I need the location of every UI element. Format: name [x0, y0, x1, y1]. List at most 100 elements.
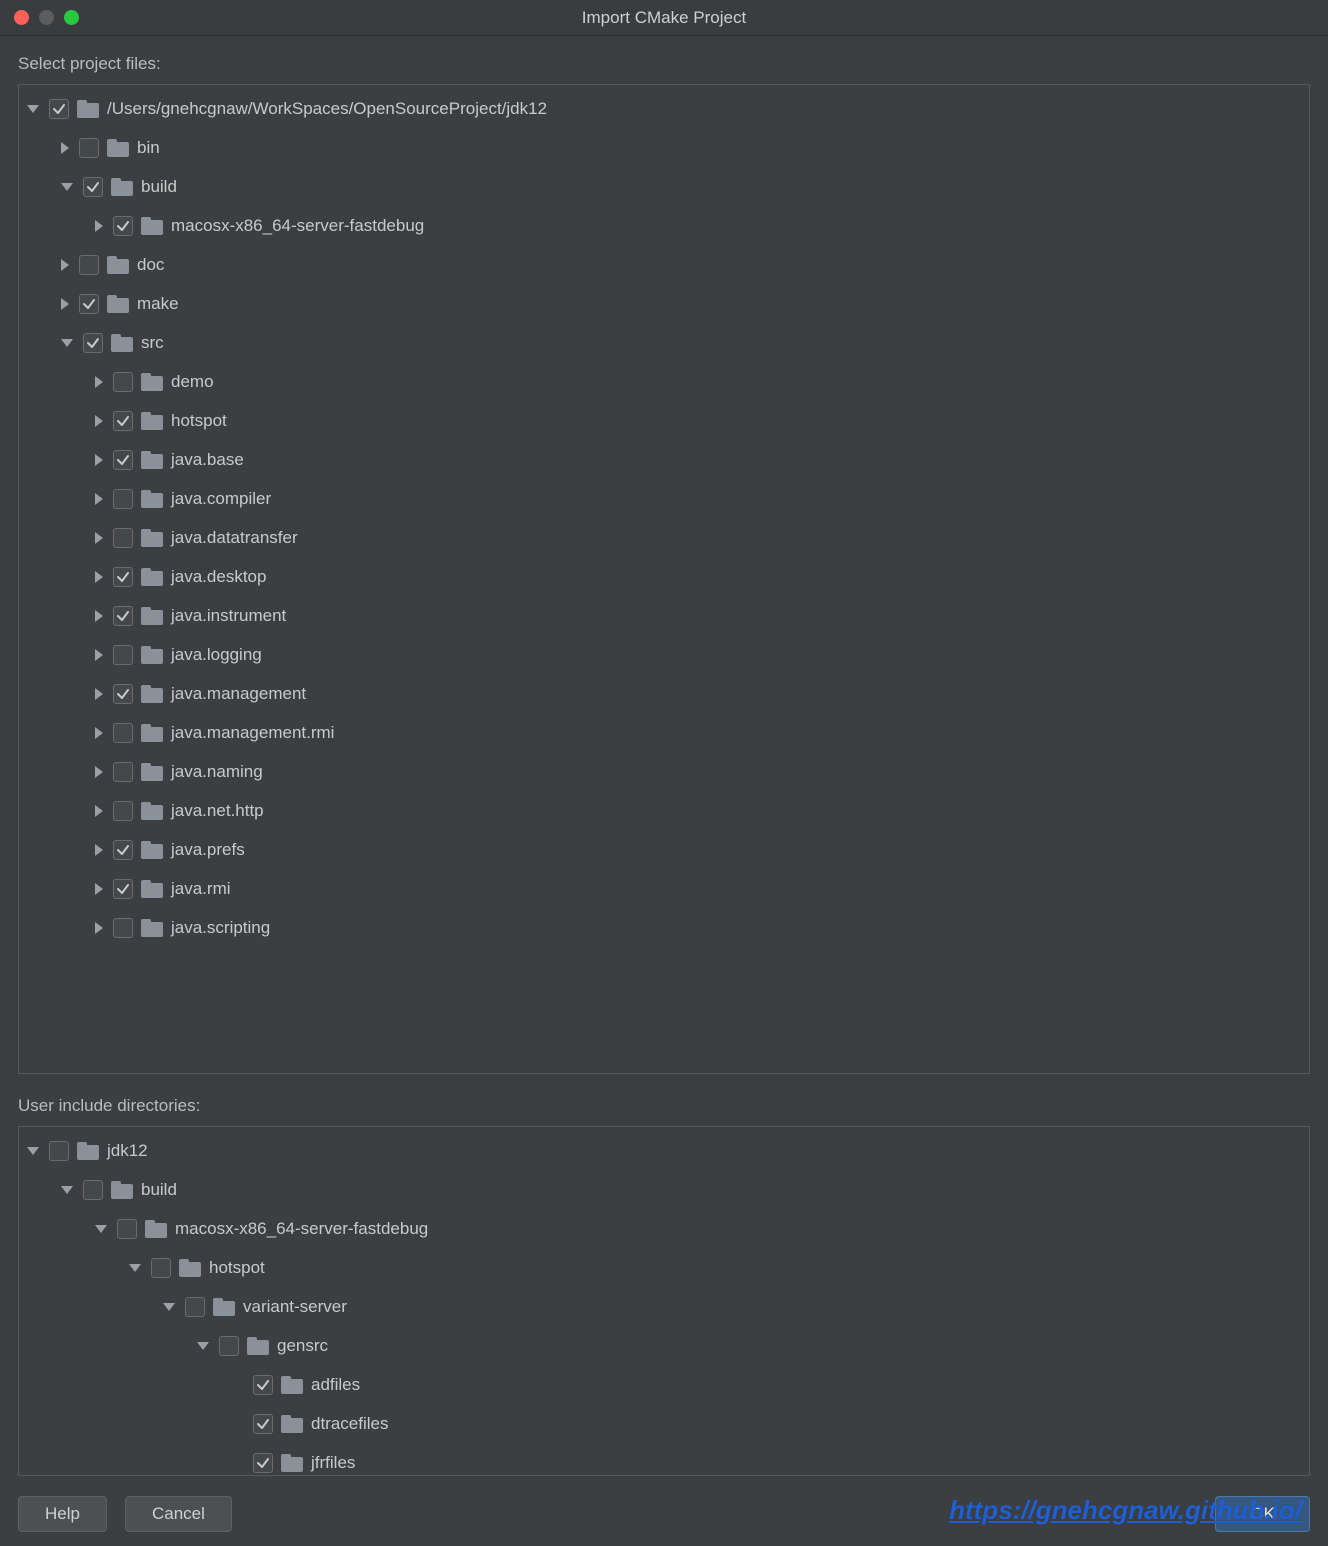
disclosure-triangle-icon[interactable]	[95, 766, 103, 778]
help-button[interactable]: Help	[18, 1496, 107, 1532]
disclosure-triangle-icon[interactable]	[61, 183, 73, 191]
checkbox[interactable]	[79, 138, 99, 158]
tree-row[interactable]: gensrc	[19, 1326, 1309, 1365]
disclosure-triangle-icon[interactable]	[61, 259, 69, 271]
disclosure-triangle-icon[interactable]	[95, 571, 103, 583]
checkbox[interactable]	[113, 372, 133, 392]
disclosure-triangle-icon[interactable]	[61, 1186, 73, 1194]
checkbox[interactable]	[79, 294, 99, 314]
checkbox[interactable]	[113, 840, 133, 860]
tree-row[interactable]: build	[19, 1170, 1309, 1209]
ok-button[interactable]: OK	[1215, 1496, 1310, 1532]
disclosure-triangle-icon[interactable]	[95, 844, 103, 856]
tree-row[interactable]: /Users/gnehcgnaw/WorkSpaces/OpenSourcePr…	[19, 89, 1309, 128]
checkbox[interactable]	[113, 684, 133, 704]
disclosure-triangle-icon[interactable]	[27, 105, 39, 113]
checkbox[interactable]	[219, 1336, 239, 1356]
disclosure-triangle-icon[interactable]	[27, 1147, 39, 1155]
tree-row[interactable]: java.management	[19, 674, 1309, 713]
disclosure-triangle-icon[interactable]	[95, 1225, 107, 1233]
tree-row[interactable]: demo	[19, 362, 1309, 401]
tree-row[interactable]: build	[19, 167, 1309, 206]
disclosure-triangle-icon[interactable]	[95, 493, 103, 505]
disclosure-triangle-icon[interactable]	[95, 454, 103, 466]
tree-row[interactable]: bin	[19, 128, 1309, 167]
tree-row[interactable]: java.logging	[19, 635, 1309, 674]
cancel-button[interactable]: Cancel	[125, 1496, 232, 1532]
tree-row[interactable]: java.base	[19, 440, 1309, 479]
checkbox[interactable]	[185, 1297, 205, 1317]
checkbox[interactable]	[117, 1219, 137, 1239]
checkbox[interactable]	[113, 918, 133, 938]
disclosure-triangle-icon[interactable]	[129, 1264, 141, 1272]
tree-row[interactable]: java.naming	[19, 752, 1309, 791]
include-dirs-tree-pane[interactable]: jdk12buildmacosx-x86_64-server-fastdebug…	[18, 1126, 1310, 1476]
tree-row[interactable]: java.scripting	[19, 908, 1309, 947]
checkbox[interactable]	[113, 723, 133, 743]
disclosure-triangle-icon[interactable]	[95, 649, 103, 661]
checkbox[interactable]	[83, 333, 103, 353]
disclosure-triangle-icon[interactable]	[61, 298, 69, 310]
checkbox[interactable]	[79, 255, 99, 275]
tree-row[interactable]: jfrfiles	[19, 1443, 1309, 1475]
tree-row[interactable]: java.prefs	[19, 830, 1309, 869]
tree-node-label: java.desktop	[171, 567, 266, 587]
tree-row[interactable]: java.datatransfer	[19, 518, 1309, 557]
checkbox[interactable]	[253, 1414, 273, 1434]
disclosure-triangle-icon[interactable]	[61, 339, 73, 347]
tree-row[interactable]: macosx-x86_64-server-fastdebug	[19, 206, 1309, 245]
checkbox[interactable]	[113, 411, 133, 431]
minimize-window-button[interactable]	[39, 10, 54, 25]
tree-row[interactable]: jdk12	[19, 1131, 1309, 1170]
tree-row[interactable]: java.rmi	[19, 869, 1309, 908]
checkbox[interactable]	[113, 762, 133, 782]
checkbox[interactable]	[49, 99, 69, 119]
tree-row[interactable]: java.desktop	[19, 557, 1309, 596]
checkbox[interactable]	[151, 1258, 171, 1278]
tree-row[interactable]: adfiles	[19, 1365, 1309, 1404]
folder-icon	[141, 646, 163, 664]
checkbox[interactable]	[113, 645, 133, 665]
disclosure-triangle-icon[interactable]	[61, 142, 69, 154]
checkbox[interactable]	[113, 801, 133, 821]
tree-row[interactable]: doc	[19, 245, 1309, 284]
checkbox[interactable]	[113, 528, 133, 548]
tree-row[interactable]: macosx-x86_64-server-fastdebug	[19, 1209, 1309, 1248]
tree-row[interactable]: java.management.rmi	[19, 713, 1309, 752]
checkbox[interactable]	[113, 879, 133, 899]
disclosure-triangle-icon[interactable]	[197, 1342, 209, 1350]
tree-row[interactable]: src	[19, 323, 1309, 362]
checkbox[interactable]	[83, 177, 103, 197]
checkbox[interactable]	[113, 450, 133, 470]
disclosure-triangle-icon[interactable]	[95, 805, 103, 817]
disclosure-triangle-icon[interactable]	[95, 532, 103, 544]
disclosure-triangle-icon[interactable]	[95, 727, 103, 739]
tree-row[interactable]: hotspot	[19, 1248, 1309, 1287]
disclosure-triangle-icon[interactable]	[163, 1303, 175, 1311]
checkbox[interactable]	[113, 489, 133, 509]
disclosure-triangle-icon[interactable]	[95, 415, 103, 427]
checkbox[interactable]	[49, 1141, 69, 1161]
tree-row[interactable]: hotspot	[19, 401, 1309, 440]
maximize-window-button[interactable]	[64, 10, 79, 25]
close-window-button[interactable]	[14, 10, 29, 25]
project-files-tree-pane[interactable]: /Users/gnehcgnaw/WorkSpaces/OpenSourcePr…	[18, 84, 1310, 1074]
tree-row[interactable]: java.net.http	[19, 791, 1309, 830]
disclosure-triangle-icon[interactable]	[95, 922, 103, 934]
disclosure-triangle-icon[interactable]	[95, 376, 103, 388]
disclosure-triangle-icon[interactable]	[95, 220, 103, 232]
checkbox[interactable]	[113, 216, 133, 236]
checkbox[interactable]	[113, 567, 133, 587]
checkbox[interactable]	[83, 1180, 103, 1200]
tree-row[interactable]: java.instrument	[19, 596, 1309, 635]
disclosure-triangle-icon[interactable]	[95, 610, 103, 622]
tree-row[interactable]: java.compiler	[19, 479, 1309, 518]
tree-row[interactable]: make	[19, 284, 1309, 323]
checkbox[interactable]	[113, 606, 133, 626]
disclosure-triangle-icon[interactable]	[95, 688, 103, 700]
tree-row[interactable]: variant-server	[19, 1287, 1309, 1326]
checkbox[interactable]	[253, 1375, 273, 1395]
checkbox[interactable]	[253, 1453, 273, 1473]
tree-row[interactable]: dtracefiles	[19, 1404, 1309, 1443]
disclosure-triangle-icon[interactable]	[95, 883, 103, 895]
